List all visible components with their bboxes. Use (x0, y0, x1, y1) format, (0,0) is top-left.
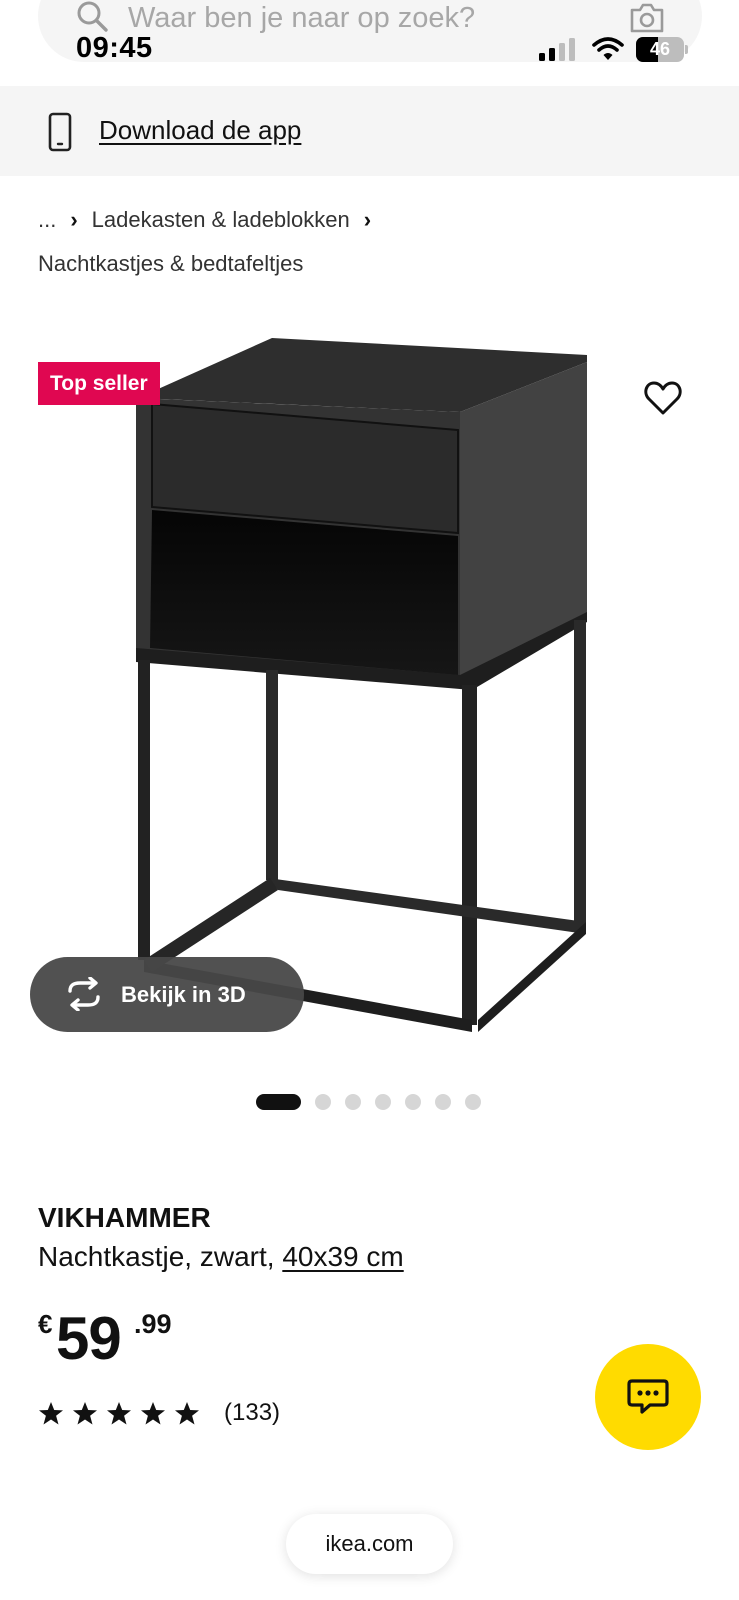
chevron-right-icon: › (363, 207, 372, 232)
product-name: VIKHAMMER (38, 1202, 211, 1233)
search-icon (77, 1, 108, 32)
status-time: 09:45 (76, 32, 153, 64)
battery-indicator: 46 (636, 37, 688, 62)
breadcrumb-item-nachtkastjes[interactable]: Nachtkastjes & bedtafeltjes (38, 251, 303, 276)
battery-percentage: 46 (649, 39, 671, 59)
breadcrumb: ... › Ladekasten & ladeblokken › Nachtkastj… (38, 198, 698, 286)
breadcrumb-ellipsis[interactable]: ... (38, 207, 56, 232)
star-icon (107, 1401, 131, 1424)
wifi-icon (592, 37, 624, 60)
carousel-dot[interactable] (435, 1094, 451, 1110)
carousel-dot[interactable] (345, 1094, 361, 1110)
product-size-link[interactable]: 40x39 cm (282, 1241, 403, 1272)
product-rating[interactable]: (133) (38, 1398, 280, 1428)
chat-icon (627, 1379, 669, 1414)
star-icon (175, 1401, 199, 1424)
download-app-link[interactable]: Download de app (99, 110, 301, 150)
star-icon (39, 1401, 63, 1424)
price-integer: 59 (56, 1305, 122, 1372)
search-input[interactable]: Waar ben je naar op zoek? (128, 0, 475, 36)
view-in-3d-label: Bekijk in 3D (121, 982, 246, 1007)
top-seller-badge: Top seller (38, 362, 160, 405)
product-image[interactable] (100, 330, 620, 1050)
heart-favorite-icon[interactable] (644, 380, 682, 416)
carousel-dot[interactable] (315, 1094, 331, 1110)
view-in-3d-button[interactable]: Bekijk in 3D (30, 957, 304, 1032)
price-currency: € (38, 1309, 53, 1339)
cellular-signal-icon (539, 38, 575, 61)
carousel-dot[interactable] (465, 1094, 481, 1110)
carousel-dot[interactable] (405, 1094, 421, 1110)
rating-count: (133) (224, 1399, 281, 1426)
price-decimal: .99 (134, 1309, 172, 1339)
breadcrumb-item-ladekasten[interactable]: Ladekasten & ladeblokken (92, 207, 350, 232)
phone-icon (48, 112, 72, 152)
star-icon (73, 1401, 97, 1424)
product-description: Nachtkastje, zwart, 40x39 cm (38, 1238, 404, 1276)
chat-button[interactable] (595, 1344, 701, 1450)
camera-icon[interactable] (628, 2, 666, 34)
carousel-dot[interactable] (375, 1094, 391, 1110)
product-description-text: Nachtkastje, zwart, (38, 1241, 275, 1272)
rotate-3d-icon (68, 977, 100, 1011)
star-icon (141, 1401, 165, 1424)
chevron-right-icon: › (70, 207, 78, 232)
carousel-dot-active[interactable] (256, 1094, 301, 1110)
image-carousel-dots[interactable] (256, 1094, 495, 1110)
browser-domain-pill[interactable]: ikea.com (286, 1514, 453, 1574)
download-app-banner: Download de app (0, 86, 739, 176)
